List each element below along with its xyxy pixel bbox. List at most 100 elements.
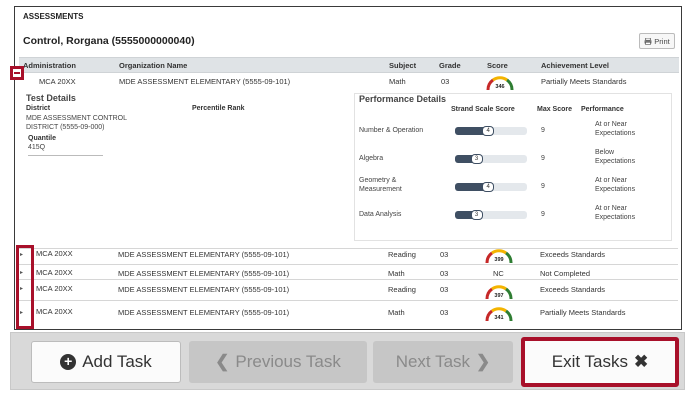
district-line1: MDE ASSESSMENT CONTROL bbox=[26, 115, 128, 122]
row-administration: MCA 20XX bbox=[36, 249, 73, 258]
strand-row: Number & Operation 4 9 At or Near Expect… bbox=[359, 118, 677, 144]
previous-task-button[interactable]: ❮ Previous Task bbox=[189, 341, 367, 383]
strand-name: Number & Operation bbox=[359, 127, 424, 134]
strand-row: Data Analysis 3 9 At or Near Expectation… bbox=[359, 202, 677, 228]
strand-row: Algebra 3 9 Below Expectations bbox=[359, 146, 677, 172]
quantile-divider bbox=[28, 155, 103, 156]
row-organization: MDE ASSESSMENT ELEMENTARY (5555-09-101) bbox=[118, 308, 290, 317]
col-grade: Grade bbox=[439, 61, 461, 70]
plus-circle-icon: + bbox=[60, 354, 77, 370]
strand-perf-line2: Expectations bbox=[595, 130, 636, 137]
col-max-score: Max Score bbox=[537, 106, 573, 113]
strand-row: Geometry & Measurement 4 9 At or Near Ex… bbox=[359, 174, 677, 200]
row-grade: 03 bbox=[441, 77, 450, 86]
strand-name: Geometry & bbox=[359, 177, 397, 184]
table-row[interactable]: ▸ MCA 20XX MDE ASSESSMENT ELEMENTARY (55… bbox=[18, 266, 678, 280]
row-achievement: Exceeds Standards bbox=[540, 250, 606, 259]
task-footer: + Add Task ❮ Previous Task Next Task ❯ E… bbox=[10, 332, 685, 390]
district-label: District bbox=[26, 105, 51, 112]
row-organization: MDE ASSESSMENT ELEMENTARY (5555-09-101) bbox=[119, 77, 291, 86]
section-title: ASSESSMENTS bbox=[23, 12, 84, 21]
strand-bar: 3 bbox=[455, 210, 527, 220]
table-header: Administration Organization Name Subject… bbox=[19, 57, 679, 73]
student-name: Control, Rorgana (5555000000040) bbox=[23, 35, 195, 47]
quantile-value: 415Q bbox=[28, 144, 46, 151]
row-subject: Math bbox=[388, 269, 405, 278]
performance-details-title: Performance Details bbox=[359, 94, 447, 104]
strand-score: 4 bbox=[482, 182, 495, 192]
score-value: 397 bbox=[494, 293, 504, 299]
row-administration: MCA 20XX bbox=[36, 284, 73, 293]
col-performance: Performance bbox=[581, 106, 624, 113]
strand-perf-line2: Expectations bbox=[595, 186, 636, 193]
row-subject: Reading bbox=[388, 285, 416, 294]
next-task-label: Next Task bbox=[395, 352, 471, 371]
exit-tasks-label: Exit Tasks bbox=[551, 352, 628, 371]
previous-task-label: Previous Task bbox=[235, 352, 341, 371]
table-row[interactable]: ▸ MCA 20XX MDE ASSESSMENT ELEMENTARY (55… bbox=[18, 302, 678, 326]
expanded-details: Test Details District Percentile Rank MD… bbox=[18, 89, 678, 249]
collapse-icon[interactable] bbox=[10, 66, 24, 80]
row-subject: Reading bbox=[388, 250, 416, 259]
table-row[interactable]: ▸ MCA 20XX MDE ASSESSMENT ELEMENTARY (55… bbox=[18, 281, 678, 301]
row-achievement: Partially Meets Standards bbox=[541, 77, 627, 86]
next-task-button[interactable]: Next Task ❯ bbox=[373, 341, 513, 383]
print-button[interactable]: Print bbox=[639, 33, 675, 49]
strand-name: Data Analysis bbox=[359, 211, 402, 218]
score-value: 399 bbox=[494, 257, 504, 263]
strand-score: 4 bbox=[482, 126, 495, 136]
strand-name-line2: Measurement bbox=[359, 186, 402, 193]
strand-bar: 4 bbox=[455, 126, 527, 136]
row-grade: 03 bbox=[440, 250, 449, 259]
print-label: Print bbox=[654, 36, 670, 46]
strand-score: 3 bbox=[470, 210, 483, 220]
district-line2: DISTRICT (5555-09-000) bbox=[26, 124, 105, 131]
test-details-box: Test Details District Percentile Rank MD… bbox=[22, 93, 346, 241]
strand-max: 9 bbox=[541, 183, 545, 190]
strand-perf-line2: Expectations bbox=[595, 158, 636, 165]
row-achievement: Exceeds Standards bbox=[540, 285, 606, 294]
strand-score: 3 bbox=[470, 154, 483, 164]
close-icon: ✖ bbox=[633, 352, 649, 371]
strand-perf-line1: At or Near bbox=[595, 205, 627, 212]
col-administration: Administration bbox=[23, 61, 76, 70]
strand-max: 9 bbox=[541, 127, 545, 134]
strand-max: 9 bbox=[541, 155, 545, 162]
table-row-expanded[interactable]: MCA 20XX MDE ASSESSMENT ELEMENTARY (5555… bbox=[19, 74, 679, 91]
col-achievement: Achievement Level bbox=[541, 61, 609, 70]
score-value: 341 bbox=[494, 315, 504, 321]
performance-details-box: Performance Details Strand Scale Score M… bbox=[354, 93, 672, 241]
strand-perf-line1: At or Near bbox=[595, 121, 627, 128]
chevron-right-icon: ❯ bbox=[476, 352, 491, 371]
strand-perf-line2: Expectations bbox=[595, 214, 636, 221]
row-grade: 03 bbox=[440, 285, 449, 294]
table-row[interactable]: ▸ MCA 20XX MDE ASSESSMENT ELEMENTARY (55… bbox=[18, 245, 678, 265]
row-grade: 03 bbox=[440, 308, 449, 317]
row-administration: MCA 20XX bbox=[36, 307, 73, 316]
percentile-label: Percentile Rank bbox=[192, 105, 245, 112]
col-score[interactable]: Score bbox=[487, 61, 508, 70]
quantile-label: Quantile bbox=[28, 135, 57, 142]
add-task-button[interactable]: + Add Task bbox=[31, 341, 181, 383]
row-organization: MDE ASSESSMENT ELEMENTARY (5555-09-101) bbox=[118, 269, 290, 278]
strand-bar: 4 bbox=[455, 182, 527, 192]
row-administration: MCA 20XX bbox=[36, 268, 73, 277]
strand-name: Algebra bbox=[359, 155, 384, 162]
score-value: NC bbox=[493, 269, 504, 278]
strand-bar: 3 bbox=[455, 154, 527, 164]
expand-caret-highlight bbox=[16, 245, 34, 329]
row-organization: MDE ASSESSMENT ELEMENTARY (5555-09-101) bbox=[118, 285, 290, 294]
test-details-title: Test Details bbox=[26, 93, 76, 103]
exit-tasks-button[interactable]: Exit Tasks ✖ bbox=[521, 337, 679, 387]
strand-perf-line1: Below bbox=[595, 149, 615, 156]
col-strand-scale-score: Strand Scale Score bbox=[451, 106, 515, 113]
row-organization: MDE ASSESSMENT ELEMENTARY (5555-09-101) bbox=[118, 250, 290, 259]
strand-perf-line1: At or Near bbox=[595, 177, 627, 184]
col-subject: Subject bbox=[389, 61, 417, 70]
row-subject: Math bbox=[389, 77, 406, 86]
row-achievement: Partially Meets Standards bbox=[540, 308, 626, 317]
print-icon bbox=[644, 37, 652, 45]
row-administration: MCA 20XX bbox=[39, 77, 76, 86]
chevron-left-icon: ❮ bbox=[215, 352, 230, 371]
row-grade: 03 bbox=[440, 269, 449, 278]
